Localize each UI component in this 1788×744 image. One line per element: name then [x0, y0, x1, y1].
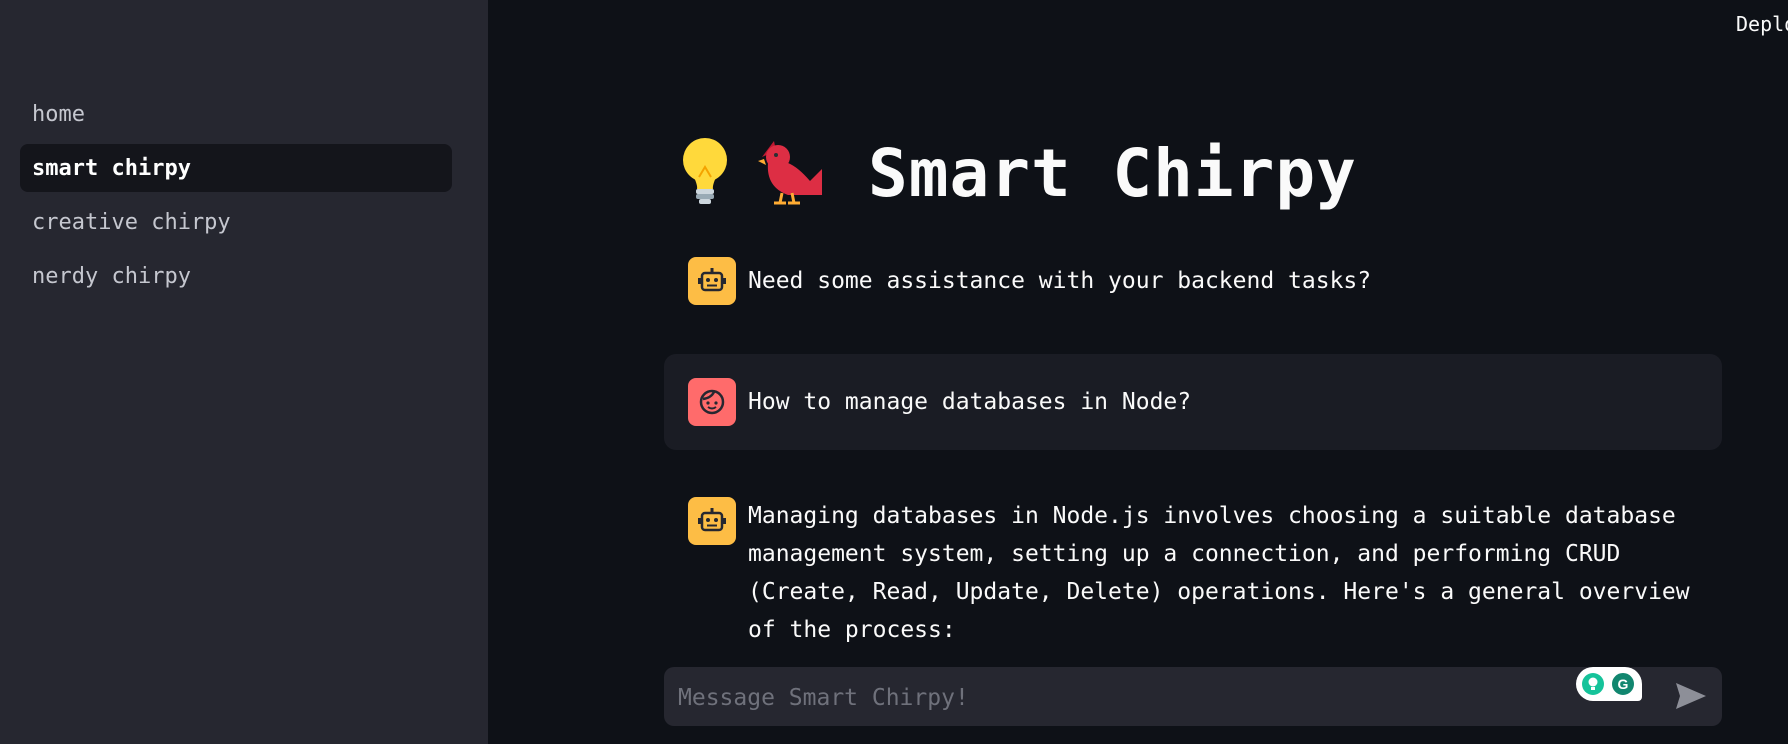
- chat-input-bar: G: [664, 667, 1722, 728]
- sidebar-item-label: smart chirpy: [32, 155, 191, 181]
- chat-input[interactable]: [676, 667, 1580, 728]
- deploy-button[interactable]: Deploy: [1736, 12, 1788, 36]
- sidebar-item-nerdy-chirpy[interactable]: nerdy chirpy: [20, 252, 452, 300]
- message-text: How to manage databases in Node?: [748, 389, 1192, 415]
- chat-message-user: How to manage databases in Node?: [664, 354, 1722, 450]
- robot-icon: [688, 497, 736, 545]
- robot-icon: [688, 257, 736, 305]
- sidebar-nav: home smart chirpy creative chirpy nerdy …: [20, 90, 452, 306]
- cardinal-bird-icon: [758, 137, 824, 209]
- grammarly-bulb-icon: [1582, 673, 1604, 695]
- sidebar-item-smart-chirpy[interactable]: smart chirpy: [20, 144, 452, 192]
- sidebar-item-label: nerdy chirpy: [32, 263, 191, 289]
- sidebar-item-label: home: [32, 101, 85, 127]
- send-button[interactable]: [1674, 681, 1708, 711]
- page-header: Smart Chirpy: [680, 128, 1357, 218]
- app-root: home smart chirpy creative chirpy nerdy …: [0, 0, 1788, 744]
- sidebar-item-label: creative chirpy: [32, 209, 231, 235]
- grammarly-g-icon: G: [1610, 671, 1636, 697]
- page-title: Smart Chirpy: [868, 134, 1357, 212]
- message-text: Managing databases in Node.js involves c…: [748, 503, 1704, 643]
- send-icon: [1676, 683, 1706, 709]
- sidebar-item-creative-chirpy[interactable]: creative chirpy: [20, 198, 452, 246]
- sidebar: home smart chirpy creative chirpy nerdy …: [0, 0, 488, 744]
- lightbulb-icon: [680, 137, 730, 209]
- sidebar-item-home[interactable]: home: [20, 90, 452, 138]
- grammarly-widget[interactable]: G: [1576, 667, 1642, 701]
- chat-message-assistant: Need some assistance with your backend t…: [664, 257, 1722, 305]
- face-icon: [688, 378, 736, 426]
- message-text: Need some assistance with your backend t…: [748, 268, 1372, 294]
- chat-message-assistant: Managing databases in Node.js involves c…: [664, 497, 1722, 649]
